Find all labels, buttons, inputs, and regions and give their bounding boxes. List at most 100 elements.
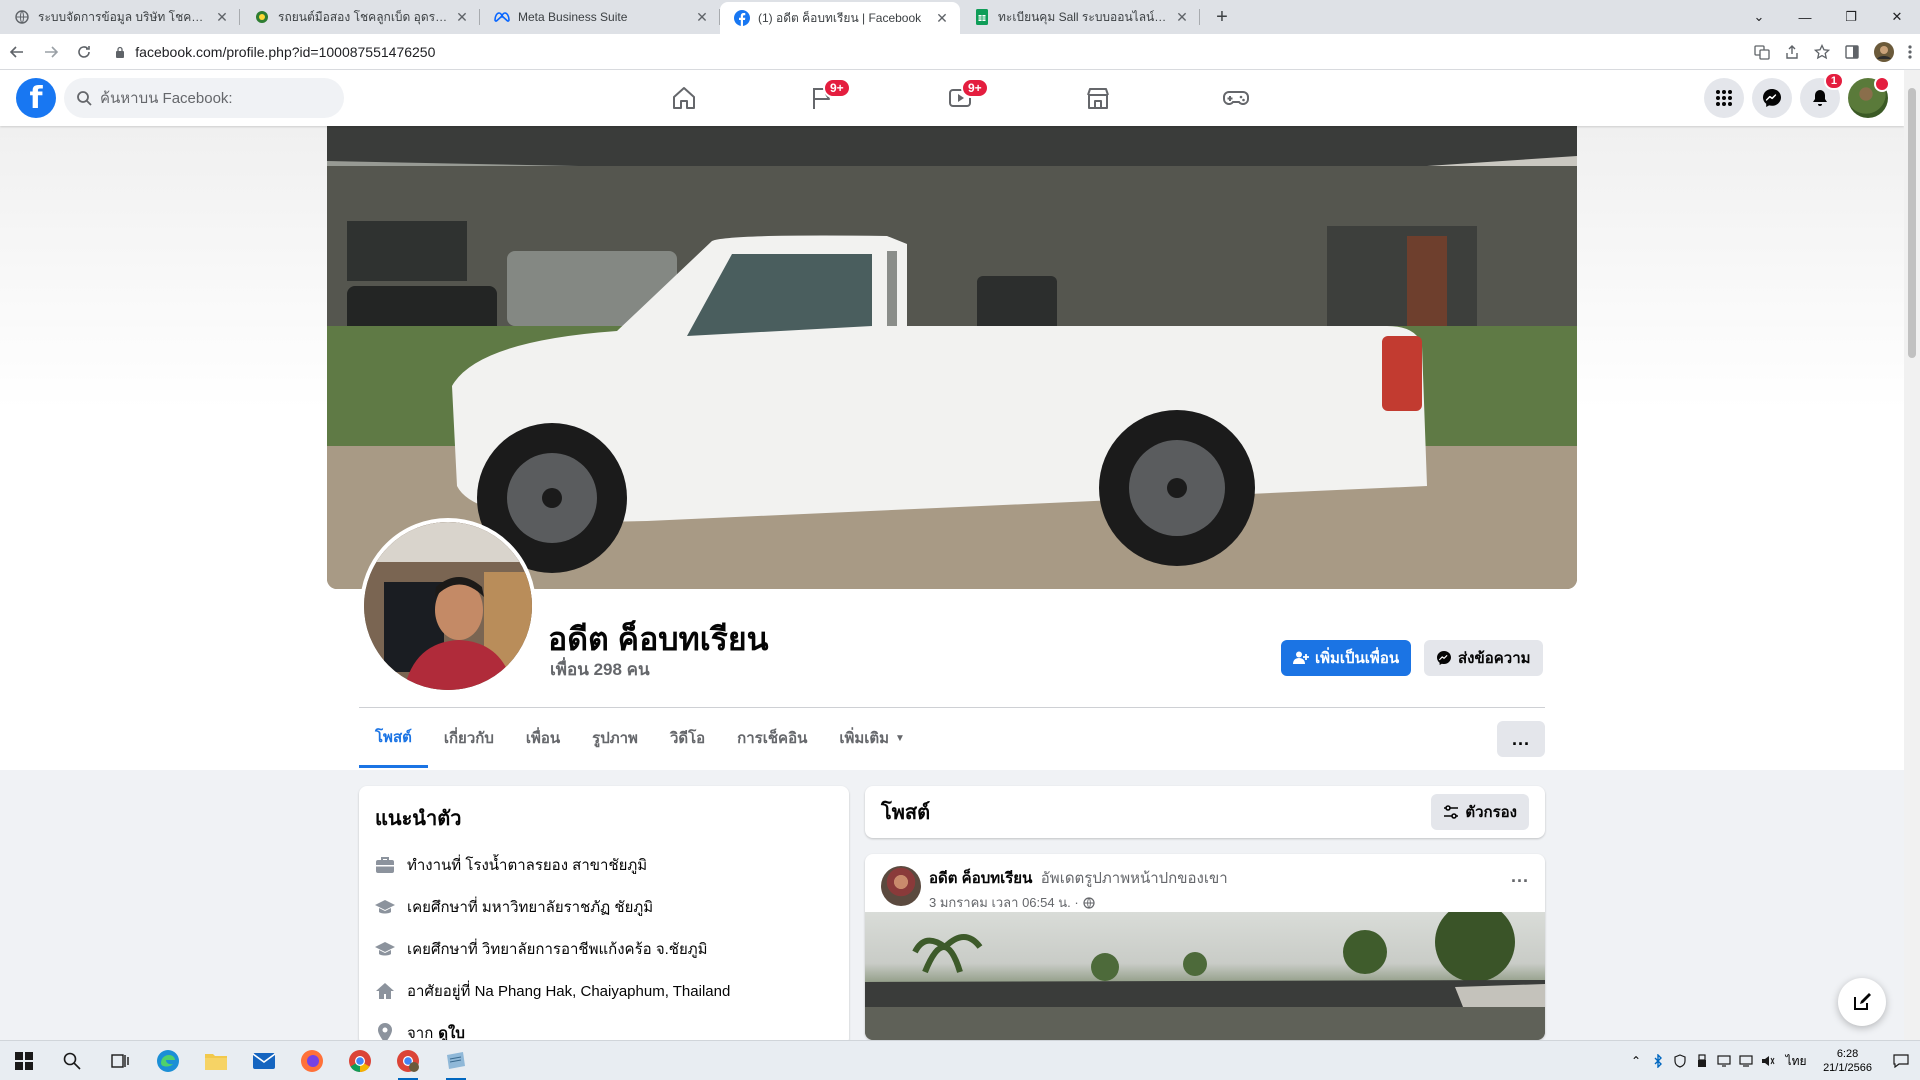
browser-tab[interactable]: รถยนต์มือสอง โชคลูกเบ็ด อุดรธานี ✕ <box>240 0 480 34</box>
close-icon[interactable]: ✕ <box>454 9 470 25</box>
search-icon[interactable] <box>48 1041 96 1080</box>
tab-more[interactable]: เพิ่มเติม ▼ <box>823 708 921 768</box>
side-panel-icon[interactable] <box>1844 44 1860 60</box>
tab-title: (1) อดีต ค็อบทเรียน | Facebook <box>758 10 922 25</box>
bookmark-star-icon[interactable] <box>1814 43 1830 60</box>
windows-taskbar: ⌃ ไทย 6:28 21/1/2566 <box>0 1040 1920 1080</box>
close-window-button[interactable]: ✕ <box>1874 0 1920 34</box>
intro-item-education: เคยศึกษาที่ มหาวิทยาลัยราชภัฏ ชัยภูมิ <box>375 886 833 928</box>
new-message-button[interactable] <box>1838 978 1886 1026</box>
send-message-button[interactable]: ส่งข้อความ <box>1424 640 1543 676</box>
tab-check-ins[interactable]: การเช็คอิน <box>721 708 823 768</box>
tab-title: ระบบจัดการข้อมูล บริษัท โชคลูกเบ็ด <box>38 9 208 24</box>
intro-education-text: เคยศึกษาที่ วิทยาลัยการอาชีพแก้งคร้อ จ.ช… <box>407 941 708 958</box>
tab-about[interactable]: เกี่ยวกับ <box>428 708 510 768</box>
globe-icon <box>1083 896 1095 909</box>
close-icon[interactable]: ✕ <box>1174 9 1190 25</box>
add-friend-button[interactable]: เพิ่มเป็นเพื่อน <box>1281 640 1412 676</box>
chevron-down-icon[interactable]: ⌄ <box>1736 0 1782 34</box>
tab-photos[interactable]: รูปภาพ <box>576 708 654 768</box>
tab-friends[interactable]: เพื่อน <box>510 708 576 768</box>
back-button[interactable] <box>0 37 34 67</box>
mail-icon[interactable] <box>240 1041 288 1080</box>
close-icon[interactable]: ✕ <box>934 10 950 26</box>
notification-center-icon[interactable] <box>1882 1041 1920 1080</box>
bell-icon <box>1810 88 1830 108</box>
minimize-button[interactable]: — <box>1782 0 1828 34</box>
restore-button[interactable]: ❐ <box>1828 0 1874 34</box>
account-avatar[interactable] <box>1848 76 1890 118</box>
chrome-icon[interactable] <box>336 1041 384 1080</box>
facebook-logo[interactable]: f <box>16 78 56 118</box>
chrome-profile-icon[interactable] <box>384 1041 432 1080</box>
messenger-icon <box>1762 88 1782 108</box>
compose-icon <box>1852 992 1872 1012</box>
facebook-search-input[interactable]: ค้นหาบน Facebook: <box>64 78 344 118</box>
post-action-text: อัพเดตรูปภาพหน้าปกของเขา <box>1040 870 1228 887</box>
reload-button[interactable] <box>68 37 102 67</box>
nav-marketplace[interactable] <box>1029 70 1167 126</box>
filter-button[interactable]: ตัวกรอง <box>1431 794 1529 830</box>
menu-grid-button[interactable] <box>1704 78 1744 118</box>
intro-item-lives-in: อาศัยอยู่ที่ Na Phang Hak, Chaiyaphum, T… <box>375 970 833 1012</box>
display-icon[interactable] <box>1713 1041 1735 1080</box>
address-bar[interactable]: facebook.com/profile.php?id=100087551476… <box>105 37 1754 66</box>
bluetooth-icon[interactable] <box>1647 1041 1669 1080</box>
scrollbar-thumb[interactable] <box>1908 88 1916 358</box>
firefox-icon[interactable] <box>288 1041 336 1080</box>
network-icon[interactable] <box>1735 1041 1757 1080</box>
edge-browser-icon[interactable] <box>144 1041 192 1080</box>
usb-icon[interactable] <box>1691 1041 1713 1080</box>
new-tab-button[interactable]: + <box>1208 3 1236 31</box>
nav-gaming[interactable] <box>1167 70 1305 126</box>
post-timestamp[interactable]: 3 มกราคม เวลา 06:54 น. · <box>929 892 1079 913</box>
volume-icon[interactable] <box>1757 1041 1779 1080</box>
shield-icon[interactable] <box>1669 1041 1691 1080</box>
notification-badge: 9+ <box>961 78 989 98</box>
taskbar-clock[interactable]: 6:28 21/1/2566 <box>1813 1047 1882 1075</box>
browser-tab[interactable]: ระบบจัดการข้อมูล บริษัท โชคลูกเบ็ด ✕ <box>0 0 240 34</box>
translate-icon[interactable] <box>1754 44 1770 60</box>
page-scrollbar[interactable] <box>1904 70 1920 1040</box>
kebab-menu-icon[interactable] <box>1908 44 1912 60</box>
share-icon[interactable] <box>1784 44 1800 60</box>
file-explorer-icon[interactable] <box>192 1041 240 1080</box>
browser-tab-active[interactable]: (1) อดีต ค็อบทเรียน | Facebook ✕ <box>720 2 960 34</box>
profile-avatar-icon[interactable] <box>1874 41 1894 62</box>
friend-count[interactable]: เพื่อน 298 คน <box>550 656 650 683</box>
windows-start-button[interactable] <box>0 1041 48 1080</box>
post-author-avatar[interactable] <box>881 866 921 906</box>
graduation-cap-icon <box>375 897 395 917</box>
close-icon[interactable]: ✕ <box>694 9 710 25</box>
cover-photo[interactable] <box>327 126 1577 589</box>
browser-tab[interactable]: Meta Business Suite ✕ <box>480 0 720 34</box>
post-image[interactable] <box>865 912 1545 1040</box>
tab-more-label: เพิ่มเติม <box>839 730 890 747</box>
clock-time: 6:28 <box>1836 1048 1859 1060</box>
search-placeholder: ค้นหาบน Facebook: <box>100 90 233 107</box>
nav-pages[interactable]: 9+ <box>753 70 891 126</box>
messenger-icon <box>1436 650 1452 666</box>
browser-tab[interactable]: ทะเบียนคุม Sall ระบบออนไลน์.xlsx - G ✕ <box>960 0 1200 34</box>
chevron-up-icon[interactable]: ⌃ <box>1625 1041 1647 1080</box>
posts-title: โพสต์ <box>881 802 931 824</box>
window-controls: ⌄ — ❐ ✕ <box>1736 0 1920 34</box>
profile-picture[interactable] <box>360 518 536 694</box>
profile-more-options-button[interactable]: ... <box>1497 721 1545 757</box>
messenger-button[interactable] <box>1752 78 1792 118</box>
input-language[interactable]: ไทย <box>1779 1041 1813 1080</box>
lock-icon <box>115 46 125 58</box>
task-view-icon[interactable] <box>96 1041 144 1080</box>
nav-home[interactable] <box>615 70 753 126</box>
nav-watch[interactable]: 9+ <box>891 70 1029 126</box>
forward-button[interactable] <box>34 37 68 67</box>
post-options-button[interactable]: ... <box>1511 866 1529 887</box>
post-author-name[interactable]: อดีต ค็อบทเรียน <box>929 870 1032 887</box>
gamepad-icon <box>1222 85 1250 111</box>
notifications-button[interactable]: 1 <box>1800 72 1844 118</box>
close-icon[interactable]: ✕ <box>214 9 230 25</box>
notepad-icon[interactable] <box>432 1041 480 1080</box>
post-meta: 3 มกราคม เวลา 06:54 น. · <box>929 892 1228 913</box>
tab-videos[interactable]: วิดีโอ <box>654 708 721 768</box>
tab-posts[interactable]: โพสต์ <box>359 708 428 768</box>
